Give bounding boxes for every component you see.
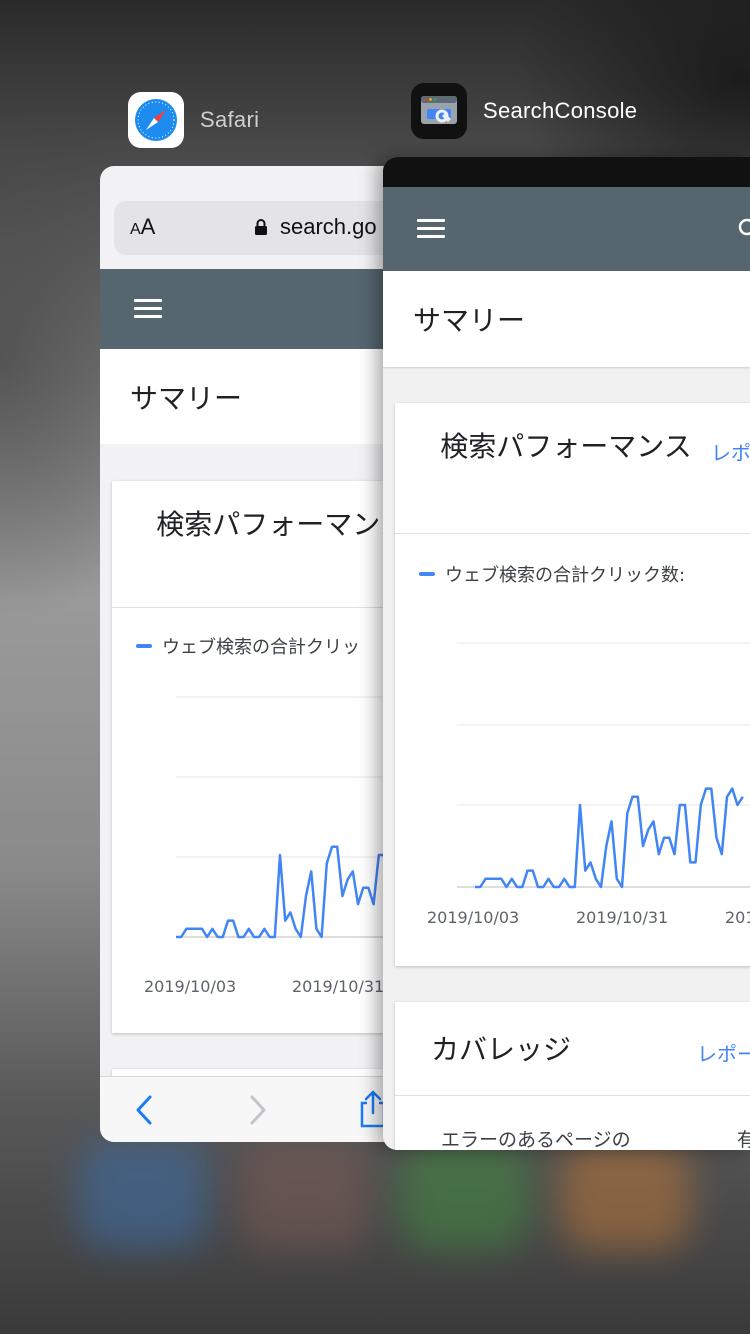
valid-pages-label: 有 <box>737 1129 750 1150</box>
page-title: サマリー <box>130 382 243 415</box>
forward-icon[interactable] <box>248 1094 268 1126</box>
searchconsole-app-card[interactable]: サマリー 検索パフォーマンス レポ ウェブ検索の合計クリック数: 2019/10… <box>383 157 750 1150</box>
legend-label: ウェブ検索の合計クリッ <box>162 637 360 658</box>
legend-label: ウェブ検索の合計クリック数: <box>445 565 686 586</box>
legend-swatch <box>419 572 435 576</box>
sc-coverage-card: カバレッジ レポー エラーのあるページの 有 <box>395 1002 750 1150</box>
chart-legend: ウェブ検索の合計クリッ <box>136 633 360 659</box>
performance-title: 検索パフォーマンス <box>440 430 692 463</box>
open-coverage-report-link[interactable]: レポー <box>697 1038 750 1067</box>
divider <box>395 1095 750 1096</box>
clicks-series-line <box>475 787 744 889</box>
back-icon[interactable] <box>134 1094 154 1126</box>
dock-icon-blur <box>560 1140 690 1250</box>
safari-icon <box>128 92 184 148</box>
dock-icon-blur <box>240 1140 370 1250</box>
status-bar <box>383 157 750 187</box>
chart-mask <box>132 699 176 961</box>
x-tick-label: 2019/10/03 <box>144 977 237 996</box>
sc-summary-header: サマリー <box>383 271 750 367</box>
divider <box>395 533 750 534</box>
dock-icon-blur <box>400 1140 530 1250</box>
x-tick-label: 2019/10/03 <box>427 908 520 927</box>
sc-clicks-chart <box>457 642 750 889</box>
chart-legend: ウェブ検索の合計クリック数: <box>419 561 685 587</box>
coverage-title: カバレッジ <box>431 1033 572 1066</box>
open-report-link[interactable]: レポ <box>711 437 750 466</box>
searchconsole-app-name: SearchConsole <box>483 98 638 123</box>
menu-icon[interactable] <box>417 219 445 239</box>
app-switcher-screen: Safari SearchConsole AA search.go サマリー 検… <box>0 0 750 1334</box>
sc-performance-card: 検索パフォーマンス レポ ウェブ検索の合計クリック数: 2019/10/03 2… <box>395 403 750 966</box>
text-size-button[interactable]: AA <box>130 214 155 240</box>
search-icon[interactable] <box>737 217 750 241</box>
dock-icon-blur <box>78 1140 208 1250</box>
x-tick-label: 2019/10/31 <box>576 908 669 927</box>
menu-icon[interactable] <box>134 299 162 319</box>
safari-app-label[interactable]: Safari <box>128 92 259 148</box>
sc-toolbar <box>383 187 750 271</box>
error-pages-label: エラーのあるページの <box>441 1129 631 1150</box>
legend-swatch <box>136 644 152 648</box>
url-text[interactable]: search.go <box>280 214 377 240</box>
x-tick-label: 201 <box>725 908 750 927</box>
search-console-icon <box>411 83 467 139</box>
searchconsole-app-label[interactable]: SearchConsole <box>411 83 637 139</box>
x-tick-label: 2019/10/31 <box>292 977 385 996</box>
page-title: サマリー <box>413 304 526 337</box>
lock-icon <box>255 219 267 235</box>
safari-app-name: Safari <box>200 107 260 132</box>
